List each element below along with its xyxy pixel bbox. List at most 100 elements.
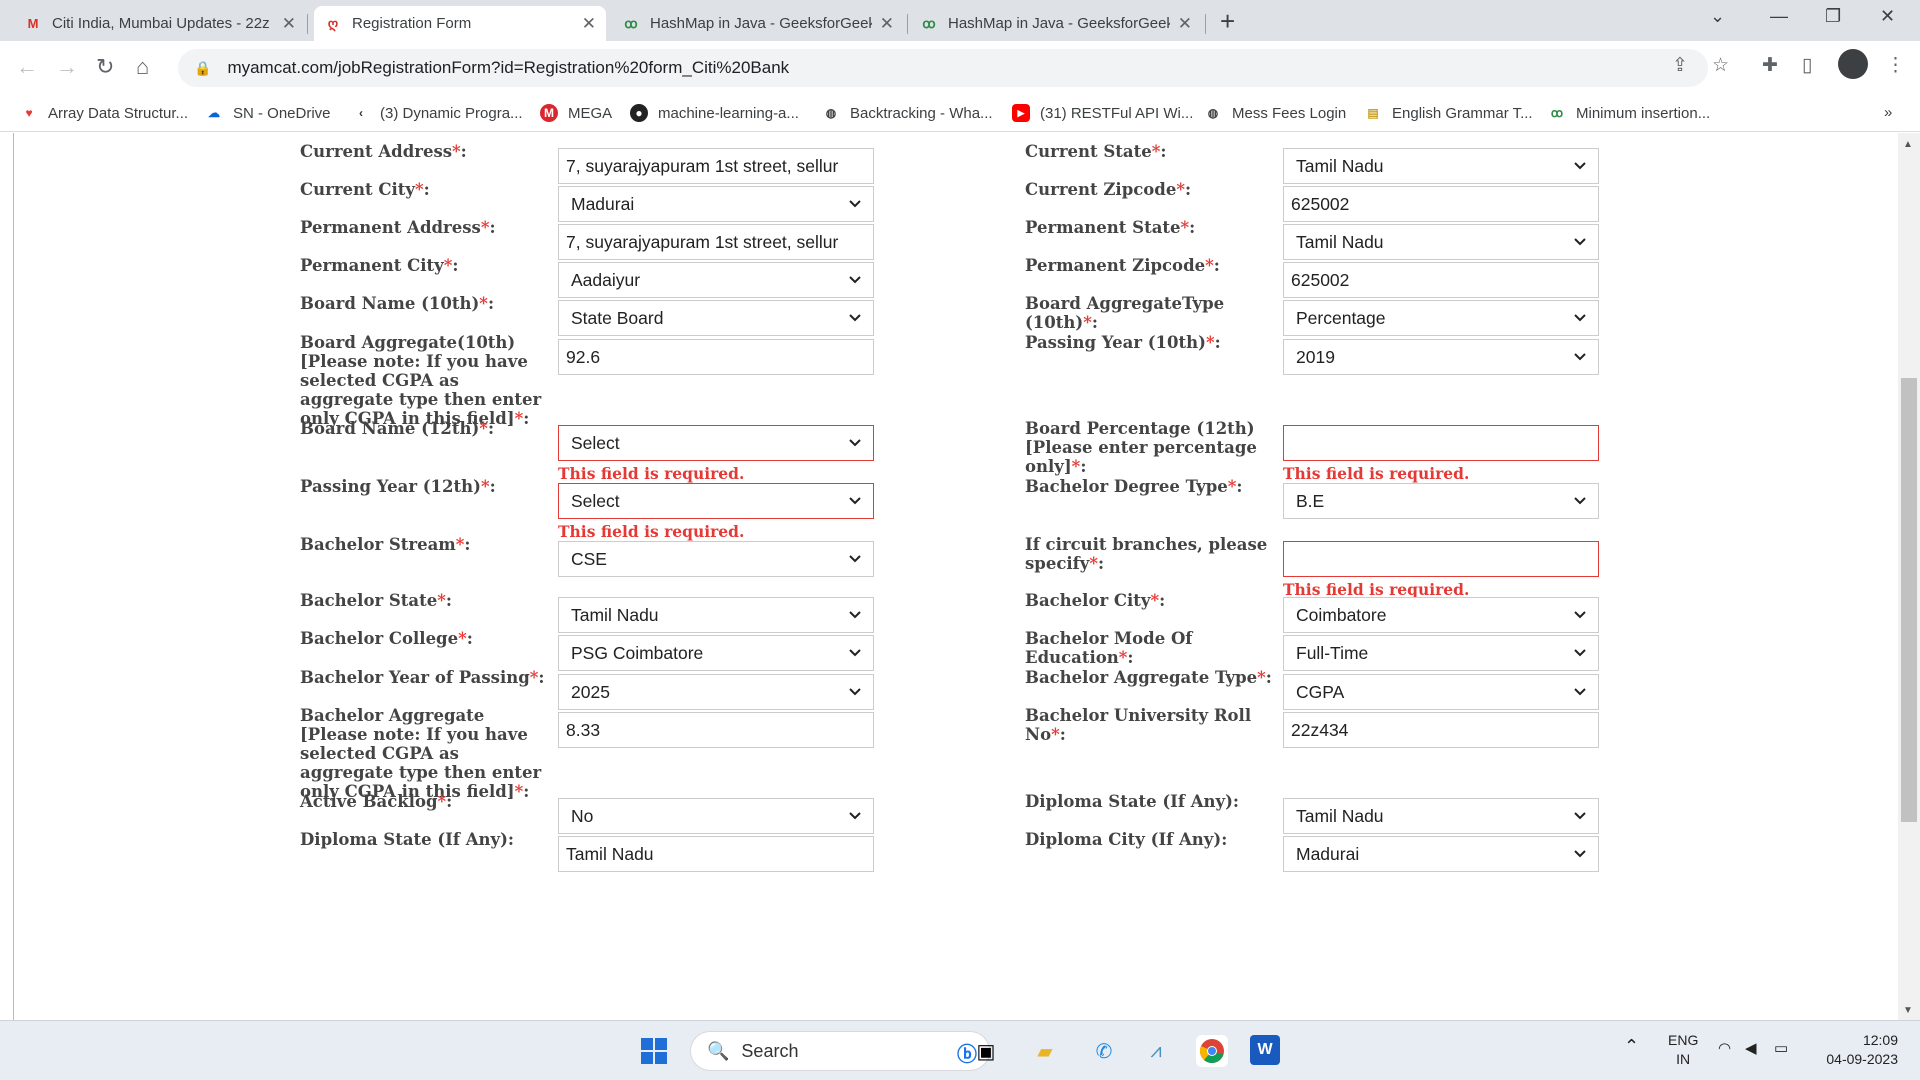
clock-time: 12:09 <box>1862 1032 1898 1048</box>
chevron-down-icon <box>849 649 861 657</box>
clock[interactable]: 12:09 04-09-2023 <box>1816 1031 1898 1069</box>
tab-hashmap-1[interactable]: ꝏ HashMap in Java - GeeksforGeek ✕ <box>612 6 904 41</box>
bookmark-item[interactable]: ☁ SN - OneDrive <box>205 104 331 122</box>
more-bookmarks-button[interactable]: » <box>1884 104 1892 121</box>
speaker-icon[interactable]: ◀ <box>1745 1039 1757 1058</box>
select-field[interactable]: No <box>558 798 874 834</box>
text-input[interactable]: 7, suyarajyapuram 1st street, sellur <box>558 148 874 184</box>
tab-hashmap-2[interactable]: ꝏ HashMap in Java - GeeksforGeek ✕ <box>910 6 1202 41</box>
bookmark-item[interactable]: ♥ Array Data Structur... <box>20 104 188 122</box>
tab-gmail[interactable]: M Citi India, Mumbai Updates - 22z ✕ <box>14 6 306 41</box>
side-panel-icon[interactable]: ▯ <box>1802 54 1812 77</box>
text-input[interactable]: 22z434 <box>1283 712 1599 748</box>
bookmark-item[interactable]: ▶ (31) RESTFul API Wi... <box>1012 104 1193 122</box>
show-hidden-icons[interactable]: ⌃ <box>1624 1037 1639 1056</box>
select-field[interactable]: Full-Time <box>1283 635 1599 671</box>
wifi-icon[interactable]: ◠ <box>1718 1039 1731 1058</box>
chrome-icon[interactable] <box>1196 1035 1228 1067</box>
battery-icon[interactable]: ▭ <box>1774 1039 1788 1058</box>
field-value: CSE <box>571 548 607 569</box>
tab-search-icon[interactable]: ⌄ <box>1710 6 1725 27</box>
select-field[interactable]: Select <box>558 425 874 461</box>
extensions-icon[interactable]: ✚ <box>1762 54 1778 77</box>
back-arrow-icon[interactable]: ← <box>16 54 38 80</box>
taskbar-search[interactable]: 🔍 Search ⓑ <box>690 1031 990 1071</box>
select-field[interactable]: B.E <box>1283 483 1599 519</box>
reload-icon[interactable]: ↻ <box>96 54 114 80</box>
forward-arrow-icon[interactable]: → <box>56 54 78 80</box>
close-icon[interactable]: ✕ <box>1178 14 1192 34</box>
text-input[interactable]: 8.33 <box>558 712 874 748</box>
home-icon[interactable]: ⌂ <box>136 54 149 80</box>
text-input[interactable] <box>1283 541 1599 577</box>
chevron-down-icon <box>1574 238 1586 246</box>
bookmark-item[interactable]: ▤ English Grammar T... <box>1364 104 1532 122</box>
bookmark-item[interactable]: ◍ Mess Fees Login <box>1204 104 1346 122</box>
text-input[interactable] <box>1283 425 1599 461</box>
field-value: 7, suyarajyapuram 1st street, sellur <box>566 155 839 176</box>
text-input[interactable]: 7, suyarajyapuram 1st street, sellur <box>558 224 874 260</box>
field-label-text: Bachelor Aggregate [Please note: If you … <box>300 706 542 801</box>
tab-registration-form[interactable]: ღ Registration Form ✕ <box>314 6 606 41</box>
text-input[interactable]: 625002 <box>1283 262 1599 298</box>
globe-icon: ◍ <box>1207 106 1219 120</box>
close-window-icon[interactable]: ✕ <box>1880 6 1895 27</box>
bookmark-item[interactable]: ꝏ Minimum insertion... <box>1548 104 1710 122</box>
close-icon[interactable]: ✕ <box>282 14 296 34</box>
select-field[interactable]: PSG Coimbatore <box>558 635 874 671</box>
select-field[interactable]: Tamil Nadu <box>558 597 874 633</box>
bookmark-item[interactable]: M MEGA <box>540 104 612 122</box>
heart-icon: ♥ <box>25 106 33 120</box>
bookmark-item[interactable]: ● machine-learning-a... <box>630 104 799 122</box>
field-label: Active Backlog*: <box>300 792 550 811</box>
word-icon[interactable]: W <box>1250 1035 1280 1065</box>
bookmark-item[interactable]: ◍ Backtracking - Wha... <box>822 104 993 122</box>
text-input[interactable]: 92.6 <box>558 339 874 375</box>
select-field[interactable]: Madurai <box>1283 836 1599 872</box>
profile-avatar[interactable] <box>1838 49 1868 79</box>
select-field[interactable]: Tamil Nadu <box>1283 224 1599 260</box>
field-label-text: Diploma State (If Any): <box>300 830 515 849</box>
text-input[interactable]: Tamil Nadu <box>558 836 874 872</box>
scrollbar-thumb[interactable] <box>1901 378 1917 822</box>
field-label-text: Bachelor City <box>1025 591 1151 610</box>
select-field[interactable]: 2019 <box>1283 339 1599 375</box>
field-label-text: Current Address <box>300 142 453 161</box>
close-icon[interactable]: ✕ <box>880 14 894 34</box>
bookmark-star-icon[interactable]: ☆ <box>1712 54 1729 77</box>
select-field[interactable]: CSE <box>558 541 874 577</box>
menu-icon[interactable]: ⋮ <box>1886 54 1905 77</box>
windows-start-icon[interactable] <box>638 1035 670 1067</box>
label-colon: : <box>1213 256 1220 275</box>
bookmark-label: Array Data Structur... <box>48 104 189 122</box>
select-field[interactable]: Coimbatore <box>1283 597 1599 633</box>
scroll-down-icon[interactable]: ▼ <box>1903 1005 1913 1016</box>
select-field[interactable]: Tamil Nadu <box>1283 798 1599 834</box>
restore-icon[interactable]: ❐ <box>1825 6 1841 27</box>
select-field[interactable]: Madurai <box>558 186 874 222</box>
task-view-icon[interactable]: ▣ <box>970 1035 1002 1067</box>
select-field[interactable]: Aadaiyur <box>558 262 874 298</box>
select-field[interactable]: State Board <box>558 300 874 336</box>
address-bar[interactable]: 🔒 myamcat.com/jobRegistrationForm?id=Reg… <box>178 49 1708 87</box>
tab-separator <box>307 14 308 34</box>
bookmark-item[interactable]: ‹ (3) Dynamic Progra... <box>352 104 523 122</box>
close-icon[interactable]: ✕ <box>582 14 596 34</box>
scroll-up-icon[interactable]: ▲ <box>1903 139 1913 150</box>
file-explorer-icon[interactable]: ▰ <box>1029 1035 1061 1067</box>
share-icon[interactable]: ⇪ <box>1672 54 1688 77</box>
performance-monitor-icon[interactable]: ⩘ <box>1140 1035 1172 1067</box>
select-field[interactable]: Select <box>558 483 874 519</box>
select-field[interactable]: Tamil Nadu <box>1283 148 1599 184</box>
minimize-icon[interactable]: — <box>1770 6 1788 27</box>
new-tab-button[interactable]: + <box>1220 6 1235 37</box>
language-indicator[interactable]: ENG IN <box>1668 1031 1698 1069</box>
zoom-icon[interactable]: ✆ <box>1088 1035 1120 1067</box>
select-field[interactable]: 2025 <box>558 674 874 710</box>
label-colon: : <box>1189 218 1196 237</box>
text-input[interactable]: 625002 <box>1283 186 1599 222</box>
select-field[interactable]: CGPA <box>1283 674 1599 710</box>
label-colon: : <box>1265 668 1272 687</box>
select-field[interactable]: Percentage <box>1283 300 1599 336</box>
label-colon: : <box>489 218 496 237</box>
